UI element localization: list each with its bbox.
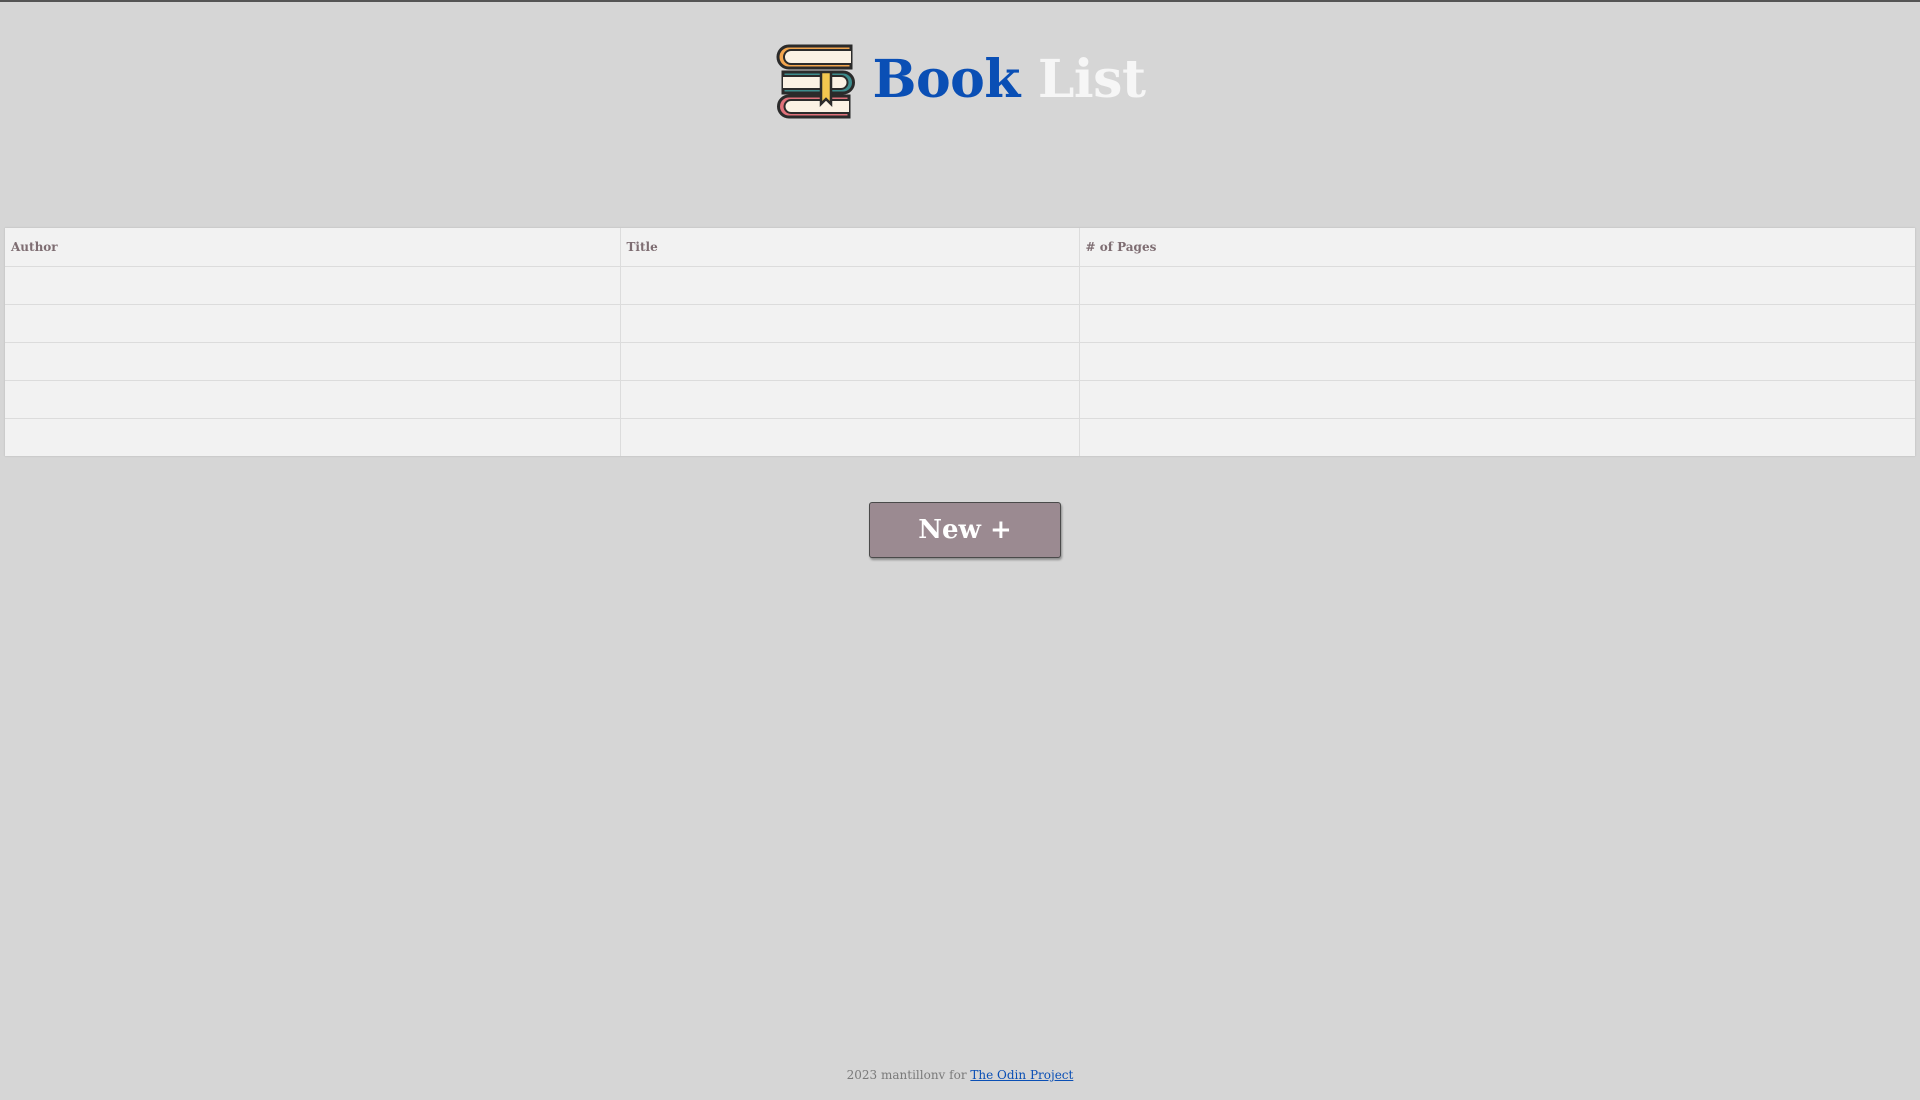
page: Book List Author Title # of Pages New + … <box>0 0 1920 1100</box>
table-cell-pages <box>1079 418 1915 456</box>
table-row <box>5 304 1915 343</box>
table-cell-pages <box>1079 380 1915 419</box>
book-stack-icon <box>776 44 855 119</box>
table-row <box>5 266 1915 305</box>
column-header-title: Title <box>620 228 1080 267</box>
table-cell-author <box>5 342 621 381</box>
table-cell-title <box>620 380 1080 419</box>
page-footer: 2023 mantillonv for The Odin Project <box>0 1068 1920 1082</box>
page-title: Book List <box>873 54 1146 106</box>
column-header-pages: # of Pages <box>1079 228 1915 267</box>
table-cell-author <box>5 304 621 343</box>
table-row <box>5 380 1915 419</box>
table-cell-pages <box>1079 342 1915 381</box>
title-word-list: List <box>1037 49 1146 110</box>
book-table: Author Title # of Pages <box>5 228 1915 456</box>
column-header-author: Author <box>5 228 621 267</box>
app-header: Book List <box>0 38 1920 122</box>
table-cell-title <box>620 342 1080 381</box>
table-cell-author <box>5 380 621 419</box>
table-cell-author <box>5 266 621 305</box>
title-word-book: Book <box>872 49 1021 110</box>
table-cell-title <box>620 304 1080 343</box>
table-cell-pages <box>1079 266 1915 305</box>
new-book-button[interactable]: New + <box>869 502 1061 558</box>
table-cell-author <box>5 418 621 456</box>
table-cell-title <box>620 418 1080 456</box>
footer-credit: 2023 mantillonv for <box>846 1068 967 1082</box>
table-header-row: Author Title # of Pages <box>5 228 1915 267</box>
table-cell-pages <box>1079 304 1915 343</box>
table-row <box>5 418 1915 456</box>
table-row <box>5 342 1915 381</box>
odin-project-link[interactable]: The Odin Project <box>970 1068 1073 1082</box>
book-table-container: Author Title # of Pages <box>5 228 1915 456</box>
table-cell-title <box>620 266 1080 305</box>
